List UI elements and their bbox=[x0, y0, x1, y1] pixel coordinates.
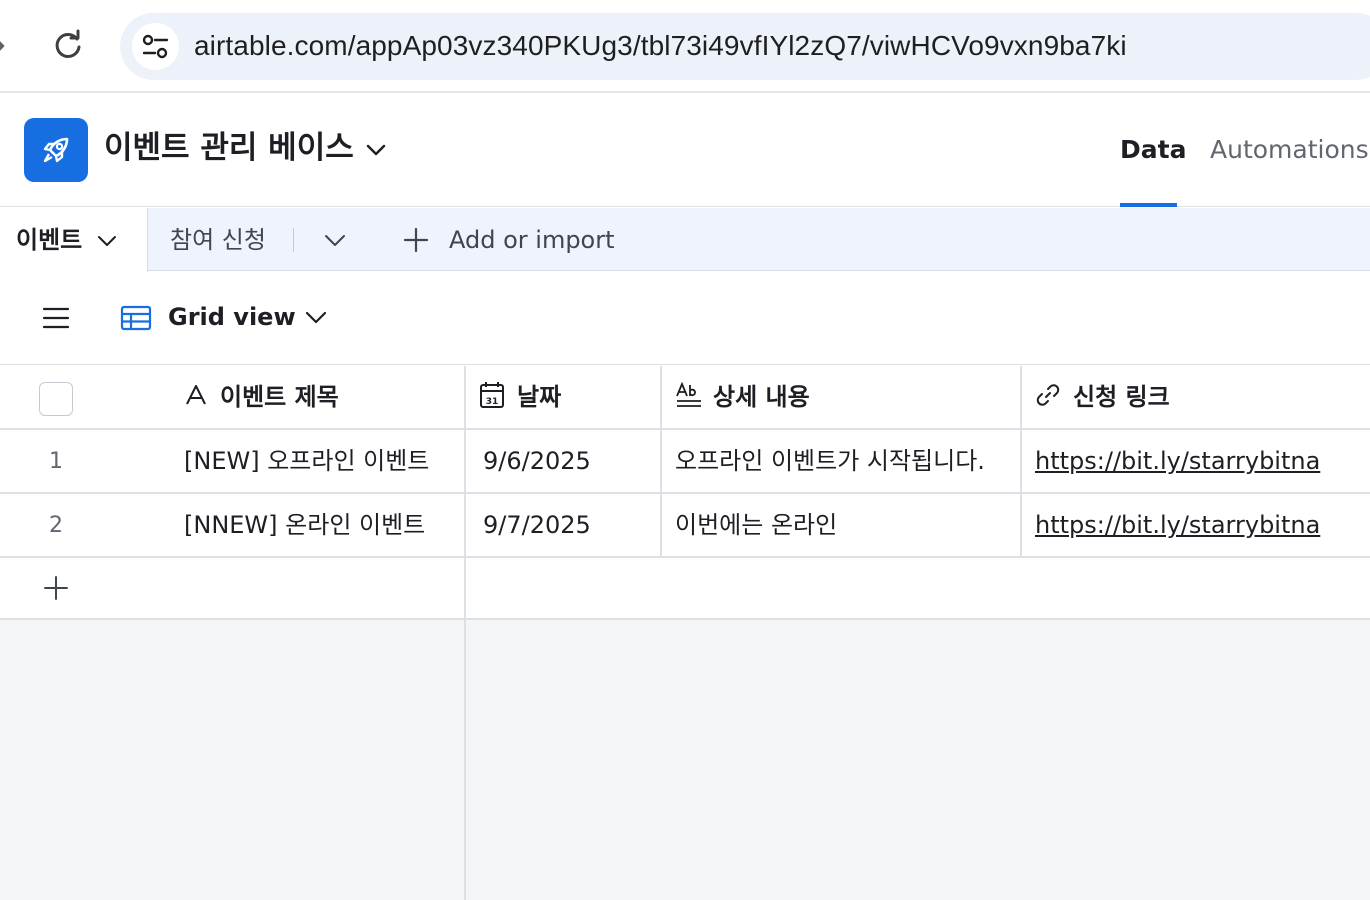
tune-icon[interactable] bbox=[132, 23, 179, 70]
chevron-down-icon[interactable] bbox=[322, 229, 348, 255]
url-text[interactable]: airtable.com/appAp03vz340PKUg3/tbl73i49v… bbox=[194, 29, 1127, 63]
column-header-label: 상세 내용 bbox=[713, 383, 810, 411]
cell-detail[interactable]: 오프라인 이벤트가 시작됩니다. bbox=[661, 430, 1021, 492]
column-header-label: 이벤트 제목 bbox=[220, 383, 339, 411]
cell-detail-text: 오프라인 이벤트가 시작됩니다. bbox=[675, 447, 985, 475]
text-field-icon bbox=[184, 383, 208, 411]
plus-icon bbox=[403, 227, 429, 253]
menu-icon[interactable] bbox=[42, 305, 70, 335]
cell-detail-text: 이번에는 온라인 bbox=[675, 511, 838, 539]
cell-date-text: 9/6/2025 bbox=[483, 447, 591, 475]
cell-date[interactable]: 9/7/2025 bbox=[465, 494, 661, 556]
column-header-detail[interactable]: 상세 내용 bbox=[661, 366, 1021, 428]
active-tab-indicator bbox=[1120, 203, 1177, 207]
view-bar: Grid view bbox=[0, 272, 1370, 365]
cell-title-text: [NNEW] 온라인 이벤트 bbox=[184, 511, 426, 539]
grid-view-icon bbox=[120, 304, 152, 336]
add-record-row[interactable] bbox=[0, 558, 1370, 620]
nav-tab-automations[interactable]: Automations bbox=[1210, 133, 1369, 167]
long-text-icon bbox=[675, 381, 703, 412]
select-all-checkbox[interactable] bbox=[39, 382, 73, 416]
link-icon bbox=[1035, 382, 1061, 412]
table-tab-applications[interactable]: 참여 신청 bbox=[170, 224, 266, 256]
cell-date-text: 9/7/2025 bbox=[483, 511, 591, 539]
app-header: 이벤트 관리 베이스 Data Automations bbox=[0, 95, 1370, 207]
svg-text:31: 31 bbox=[486, 397, 499, 407]
calendar-icon: 31 bbox=[479, 381, 505, 413]
cell-link[interactable]: https://bit.ly/starrybitna bbox=[1021, 494, 1370, 556]
cell-detail[interactable]: 이번에는 온라인 bbox=[661, 494, 1021, 556]
base-title[interactable]: 이벤트 관리 베이스 bbox=[104, 128, 354, 168]
view-name[interactable]: Grid view bbox=[168, 300, 296, 334]
chevron-down-icon[interactable] bbox=[96, 229, 118, 255]
column-header-label: 신청 링크 bbox=[1073, 383, 1170, 411]
row-number: 2 bbox=[49, 513, 63, 538]
add-or-import-label: Add or import bbox=[449, 226, 615, 254]
data-grid: 이벤트 제목 31 날짜 상세 내용 신청 링크 1 [NEW] 오프라인 이벤… bbox=[0, 366, 1370, 900]
cell-date[interactable]: 9/6/2025 bbox=[465, 430, 661, 492]
row-number: 1 bbox=[49, 449, 63, 474]
cell-link-url[interactable]: https://bit.ly/starrybitna bbox=[1035, 445, 1320, 477]
add-or-import-button[interactable]: Add or import bbox=[402, 224, 615, 256]
table-row[interactable]: 1 [NEW] 오프라인 이벤트 9/6/2025 오프라인 이벤트가 시작됩니… bbox=[0, 430, 1370, 494]
header-row: 이벤트 제목 31 날짜 상세 내용 신청 링크 bbox=[0, 366, 1370, 430]
chevron-down-icon[interactable] bbox=[304, 306, 328, 332]
cell-link-url[interactable]: https://bit.ly/starrybitna bbox=[1035, 509, 1320, 541]
address-bar[interactable]: airtable.com/appAp03vz340PKUg3/tbl73i49v… bbox=[120, 13, 1370, 80]
browser-toolbar: airtable.com/appAp03vz340PKUg3/tbl73i49v… bbox=[0, 0, 1370, 93]
reload-icon[interactable] bbox=[50, 28, 86, 64]
column-header-date[interactable]: 31 날짜 bbox=[465, 366, 661, 428]
nav-tab-data[interactable]: Data bbox=[1120, 133, 1186, 167]
column-divider bbox=[1020, 366, 1022, 558]
column-divider bbox=[660, 366, 662, 558]
column-header-title[interactable]: 이벤트 제목 bbox=[170, 366, 465, 428]
cell-title[interactable]: [NNEW] 온라인 이벤트 bbox=[170, 494, 465, 556]
table-tab-events[interactable]: 이벤트 bbox=[0, 208, 148, 272]
cell-title[interactable]: [NEW] 오프라인 이벤트 bbox=[170, 430, 465, 492]
frozen-column-divider[interactable] bbox=[464, 366, 466, 900]
chevron-down-icon[interactable] bbox=[364, 137, 388, 161]
column-header-link[interactable]: 신청 링크 bbox=[1021, 366, 1370, 428]
rocket-icon[interactable] bbox=[24, 118, 88, 182]
forward-arrow-icon[interactable] bbox=[0, 32, 10, 60]
plus-icon[interactable] bbox=[43, 575, 69, 605]
table-tab-bar: 이벤트 참여 신청 Add or import bbox=[0, 208, 1370, 272]
cell-link[interactable]: https://bit.ly/starrybitna bbox=[1021, 430, 1370, 492]
tab-divider bbox=[293, 228, 294, 252]
table-row[interactable]: 2 [NNEW] 온라인 이벤트 9/7/2025 이번에는 온라인 https… bbox=[0, 494, 1370, 558]
cell-title-text: [NEW] 오프라인 이벤트 bbox=[184, 447, 430, 475]
column-header-label: 날짜 bbox=[517, 383, 562, 411]
table-tab-label: 이벤트 bbox=[16, 226, 83, 254]
